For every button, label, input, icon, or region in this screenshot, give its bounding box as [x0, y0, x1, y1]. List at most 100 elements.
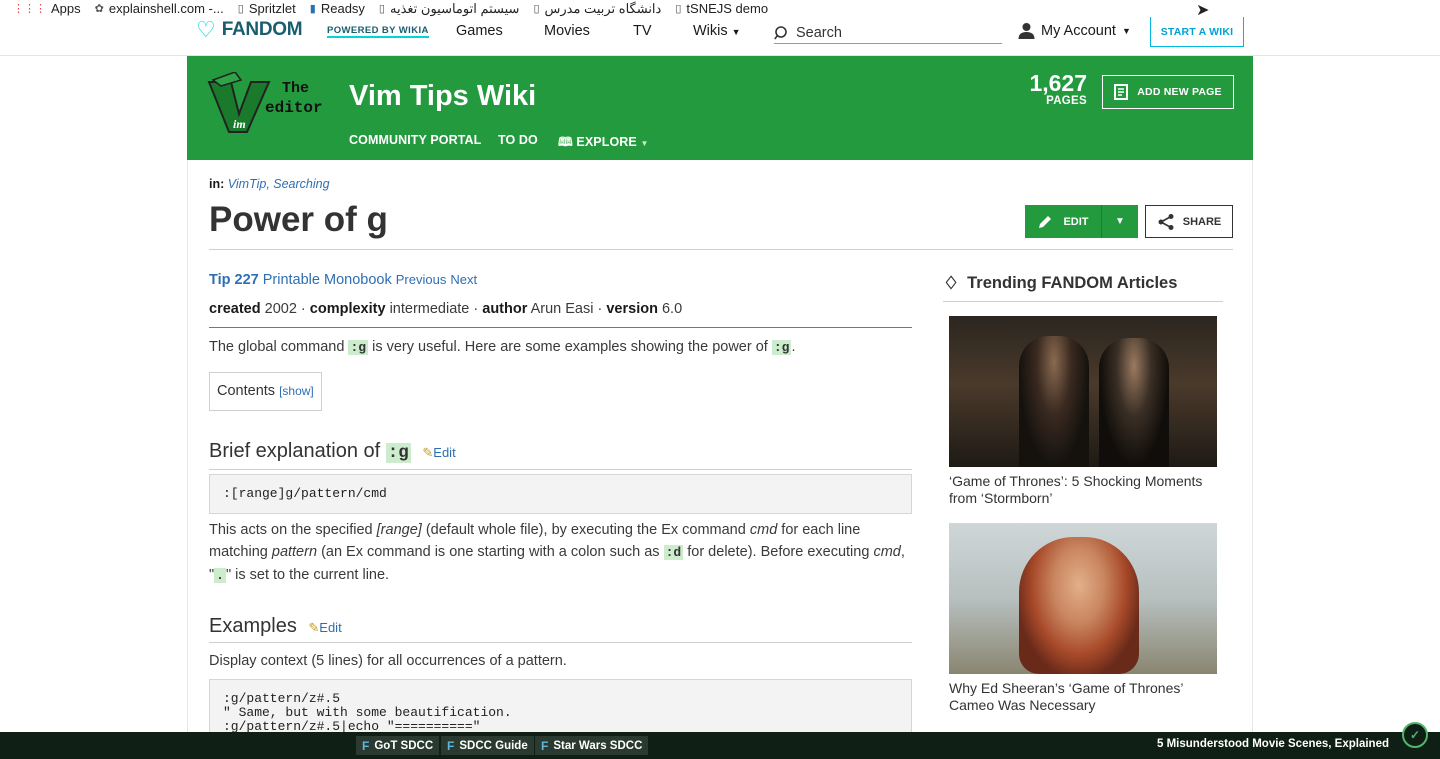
- toc-label: Contents: [217, 383, 276, 399]
- fandom-top-nav: ♡ FANDOM POWERED BY WIKIA Games Movies T…: [0, 17, 1440, 56]
- page-icon: ▯: [237, 3, 244, 15]
- pencil-icon: [1039, 215, 1052, 228]
- para-text: " is set to the current line.: [225, 567, 390, 583]
- my-account-menu[interactable]: My Account ▼: [1018, 22, 1131, 39]
- fandom-wordmark: FANDOM: [221, 19, 303, 40]
- logo-text-the: The: [282, 80, 310, 97]
- add-new-page-label: ADD NEW PAGE: [1137, 86, 1222, 98]
- para-italic: pattern: [271, 544, 318, 560]
- powered-by-wikia[interactable]: POWERED BY WIKIA: [327, 25, 429, 38]
- bottom-link-label: SDCC Guide: [459, 739, 528, 752]
- wiki-nav-community-portal[interactable]: COMMUNITY PORTAL: [349, 133, 481, 147]
- trending-image-got[interactable]: [949, 316, 1217, 467]
- category-links[interactable]: VimTip, Searching: [228, 177, 330, 191]
- previous-link[interactable]: Previous: [396, 272, 447, 287]
- fandom-bottom-bar: F GoT SDCC F SDCC Guide F Star Wars SDCC…: [0, 722, 1440, 759]
- meta-author-label: author: [482, 301, 528, 317]
- vim-logo[interactable]: im The editor: [207, 71, 335, 136]
- edit-dropdown-button[interactable]: ▼: [1101, 205, 1138, 238]
- share-button[interactable]: SHARE: [1145, 205, 1233, 238]
- edit-link-label: Edit: [433, 445, 456, 460]
- para-italic: [range]: [376, 522, 422, 538]
- section-title: Brief explanation of: [209, 440, 381, 462]
- bookmark-apps[interactable]: ⋮⋮⋮ Apps: [13, 1, 81, 16]
- search-input[interactable]: Search: [774, 22, 1002, 44]
- bookmark-label: tSNEJS demo: [686, 1, 769, 16]
- code-block-syntax: :[range]g/pattern/cmd: [209, 474, 912, 514]
- nav-tv[interactable]: TV: [633, 23, 652, 39]
- meta-created: 2002: [264, 301, 297, 317]
- bottom-link-sdcc-guide[interactable]: F SDCC Guide: [441, 736, 534, 755]
- add-new-page-button[interactable]: ADD NEW PAGE: [1102, 75, 1234, 109]
- meta-complexity-label: complexity: [309, 301, 386, 317]
- bookmarks-bar: ⋮⋮⋮ Apps ✿ explainshell.com -... ▯ Sprit…: [0, 0, 1440, 17]
- printable-link[interactable]: Printable Monobook: [263, 272, 392, 288]
- meta-divider: [209, 327, 912, 328]
- bookmark-tsnejs[interactable]: ▯ tSNEJS demo: [675, 1, 768, 16]
- trending-caption[interactable]: Why Ed Sheeran’s ‘Game of Thrones’ Cameo…: [949, 680, 1217, 714]
- start-a-wiki-button[interactable]: START A WIKI: [1150, 17, 1244, 47]
- bottom-link-star-wars-sdcc[interactable]: F Star Wars SDCC: [535, 736, 649, 755]
- trending-caption[interactable]: ‘Game of Thrones’: 5 Shocking Moments fr…: [949, 473, 1217, 507]
- bookmark-explainshell[interactable]: ✿ explainshell.com -...: [95, 1, 224, 16]
- inline-code: :d: [663, 545, 684, 560]
- bookmark-label: Spritzlet: [248, 1, 296, 16]
- para-text: (an Ex command is one starting with a co…: [321, 544, 660, 560]
- wiki-nav-to-do[interactable]: TO DO: [498, 133, 538, 147]
- bookmark-label: سیستم اتوماسیون تغذیه: [389, 0, 520, 16]
- fandom-heart-icon: ♡: [196, 17, 216, 42]
- intro-paragraph: The global command :g is very useful. He…: [209, 336, 912, 359]
- figure-left: [1019, 336, 1089, 467]
- trending-title-label: Trending FANDOM Articles: [967, 274, 1178, 292]
- bottom-promo-link[interactable]: 5 Misunderstood Movie Scenes, Explained: [1157, 738, 1389, 750]
- para-text: (default whole file), by executing the E…: [425, 522, 746, 538]
- section-divider: [209, 642, 912, 643]
- next-link[interactable]: Next: [450, 272, 477, 287]
- bookmark-label: Apps: [51, 1, 81, 16]
- trending-card[interactable]: ‘Game of Thrones’: 5 Shocking Moments fr…: [949, 316, 1217, 507]
- my-account-label: My Account: [1041, 22, 1116, 39]
- nav-games[interactable]: Games: [456, 23, 503, 39]
- wiki-nav-explore[interactable]: 🕮 EXPLORE ▼: [558, 133, 648, 154]
- edit-button[interactable]: EDIT: [1025, 205, 1101, 238]
- section-edit-link[interactable]: ✎Edit: [422, 445, 455, 460]
- apps-grid-icon: ⋮⋮⋮: [13, 3, 46, 15]
- inline-code: :g: [348, 340, 369, 355]
- intro-text: is very useful. Here are some examples s…: [372, 339, 768, 355]
- nav-wikis-label: Wikis: [693, 23, 728, 39]
- meta-version: 6.0: [661, 301, 683, 317]
- figure-portrait: [1019, 537, 1139, 674]
- page-icon: ▯: [675, 3, 682, 15]
- section-title: Examples: [209, 615, 297, 637]
- bookmark-nutrition[interactable]: ▯ سیستم اتوماسیون تغذیه: [379, 1, 520, 17]
- fandom-heart-icon: ♢: [943, 273, 960, 293]
- bookmark-label: Readsy: [320, 1, 365, 16]
- fandom-f-icon: F: [541, 738, 549, 753]
- meta-complexity: intermediate: [389, 301, 470, 317]
- fandom-logo[interactable]: ♡ FANDOM: [196, 17, 303, 42]
- toc-show-toggle[interactable]: [show]: [279, 384, 314, 398]
- inline-code: .: [214, 568, 226, 583]
- tip-navigation: Tip 227 Printable Monobook Previous Next: [209, 272, 477, 288]
- pencil-icon: ✎: [308, 620, 320, 635]
- meta-version-label: version: [606, 301, 658, 317]
- nav-wikis[interactable]: Wikis ▼: [693, 23, 741, 39]
- bookmark-label: دانشگاه تربیت مدرس: [544, 0, 662, 16]
- tip-number-link[interactable]: Tip 227: [209, 272, 259, 288]
- nav-movies[interactable]: Movies: [544, 23, 590, 39]
- wiki-title[interactable]: Vim Tips Wiki: [349, 80, 536, 113]
- caret-down-icon: ▼: [640, 139, 649, 148]
- bottom-link-got-sdcc[interactable]: F GoT SDCC: [356, 736, 440, 755]
- trending-image-sheeran[interactable]: [949, 523, 1217, 674]
- shield-check-icon[interactable]: ✓: [1402, 722, 1428, 748]
- share-icon: [1158, 213, 1174, 230]
- trending-card[interactable]: Why Ed Sheeran’s ‘Game of Thrones’ Cameo…: [949, 523, 1217, 714]
- bookmark-modares[interactable]: ▯ دانشگاه تربیت مدرس: [533, 1, 661, 17]
- bookmark-spritzlet[interactable]: ▯ Spritzlet: [238, 1, 296, 16]
- section-edit-link[interactable]: ✎Edit: [308, 620, 341, 635]
- trending-title: ♢ Trending FANDOM Articles: [943, 273, 1223, 302]
- page-title: Power of g: [209, 200, 388, 239]
- page-count: 1,627 PAGES: [1029, 72, 1087, 108]
- para-text: This acts on the specified: [209, 522, 373, 538]
- bookmark-readsy[interactable]: ▮ Readsy: [310, 1, 365, 16]
